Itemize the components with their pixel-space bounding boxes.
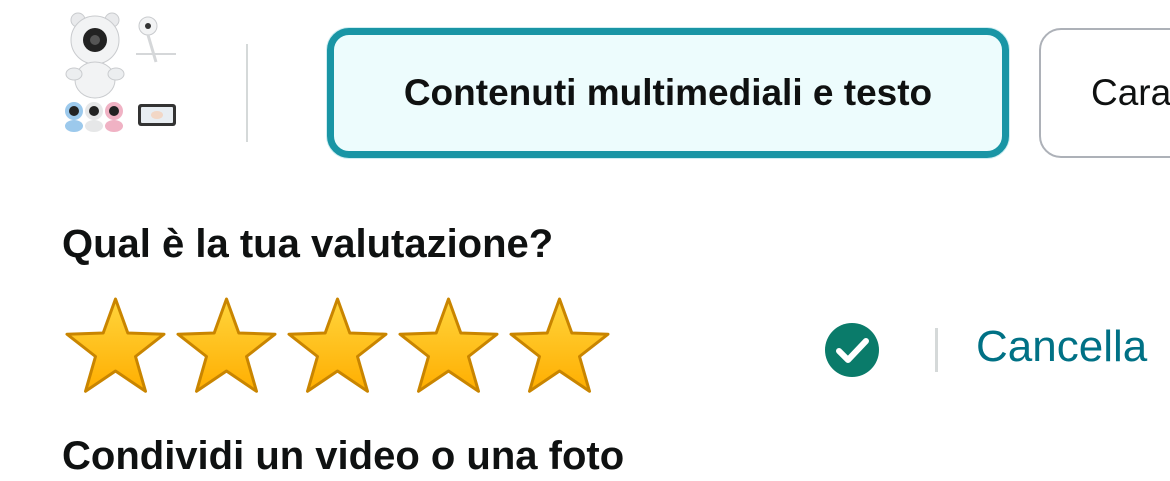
star-5-icon[interactable]	[504, 295, 615, 399]
tab-features[interactable]: Caratteristiche	[1039, 28, 1170, 158]
star-2-icon[interactable]	[171, 295, 282, 399]
vertical-divider	[246, 44, 248, 142]
star-4-icon[interactable]	[393, 295, 504, 399]
share-media-heading: Condividi un video o una foto	[62, 434, 625, 478]
star-rating[interactable]	[60, 295, 615, 399]
clear-rating-link[interactable]: Cancella	[976, 322, 1147, 372]
tab-media-and-text[interactable]: Contenuti multimediali e testo	[327, 28, 1009, 158]
tab-features-label: Caratteristiche	[1091, 72, 1170, 113]
baby-monitor-camera-icon	[65, 12, 176, 132]
rating-question: Qual è la tua valutazione?	[62, 222, 554, 266]
star-3-icon[interactable]	[282, 295, 393, 399]
star-1-icon[interactable]	[60, 295, 171, 399]
tab-media-and-text-label: Contenuti multimediali e testo	[403, 72, 933, 113]
separator	[935, 328, 938, 372]
check-circle-icon	[825, 323, 879, 377]
product-thumbnail[interactable]	[56, 6, 186, 138]
